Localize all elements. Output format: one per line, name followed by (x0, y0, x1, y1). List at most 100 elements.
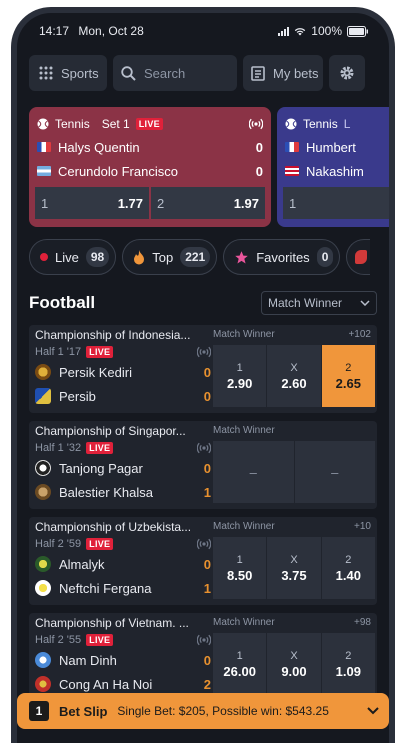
odds-button-draw[interactable]: X 3.75 (267, 537, 321, 599)
odds-button-draw[interactable]: X 9.00 (267, 633, 321, 695)
live-card-set: Set 1 (101, 117, 130, 131)
team-logo-icon (35, 388, 51, 404)
sports-label: Sports (61, 65, 99, 81)
broadcast-icon (249, 118, 263, 130)
odds-button-unavailable: – (213, 441, 294, 503)
star-icon (235, 250, 248, 263)
player-score: 0 (255, 139, 263, 155)
match-card[interactable]: Championship of Uzbekista... Half 2 '59 … (29, 517, 377, 605)
chip-favorites[interactable]: Favorites 0 (223, 239, 341, 275)
match-time: Half 2 '55 (35, 634, 82, 646)
odds-value: 2.90 (227, 375, 253, 391)
chip-live[interactable]: Live 98 (29, 239, 117, 275)
match-list: Championship of Indonesia... Half 1 '17 … (29, 325, 377, 709)
chevron-down-icon[interactable] (367, 707, 379, 715)
battery-icon (347, 25, 368, 37)
my-bets-button[interactable]: My bets (243, 55, 323, 91)
odds-key: 1 (289, 195, 297, 211)
chip-count: 0 (316, 247, 334, 267)
market-label: Match Winner (213, 617, 275, 628)
live-badge: LIVE (86, 442, 114, 454)
live-cards-carousel[interactable]: Tennis Set 1 LIVE Halys Quentin 0 Cerund… (17, 107, 389, 235)
more-markets-count[interactable]: +98 (354, 613, 371, 633)
more-markets-count[interactable]: +102 (348, 325, 371, 345)
team-row: Persib 0 (35, 384, 211, 408)
section-title: Football (29, 293, 96, 312)
search-placeholder: Search (144, 65, 186, 81)
odds-button-draw[interactable]: X 2.60 (267, 345, 321, 407)
odds-key: 1 (236, 361, 243, 374)
status-date: Mon, Oct 28 (78, 24, 144, 38)
market-dropdown[interactable]: Match Winner (261, 291, 377, 315)
odds-button[interactable]: 1 1.77 (35, 187, 149, 219)
match-card[interactable]: Championship of Singapor... Half 1 '32 L… (29, 421, 377, 509)
chevron-down-icon (360, 300, 370, 306)
bet-slip-bar[interactable]: 1 Bet Slip Single Bet: $205, Possible wi… (17, 693, 389, 729)
filter-chips: Live 98 Top 221 Favorites 0 (17, 239, 389, 275)
gear-icon (340, 66, 354, 80)
team-score: 0 (203, 388, 211, 404)
chip-label: Top (152, 249, 174, 265)
odds-key: 1 (236, 553, 243, 566)
match-title: Championship of Singapor... (35, 424, 186, 438)
odds-key: 1 (41, 195, 49, 211)
odds-button[interactable]: 1 (283, 187, 389, 219)
odds-button[interactable]: 2 1.97 (151, 187, 265, 219)
team-name: Persik Kediri (59, 364, 132, 380)
odds-button-home[interactable]: 1 26.00 (213, 633, 267, 695)
battery-level: 100% (311, 24, 342, 38)
france-flag-icon (285, 142, 299, 152)
bet-slip-count: 1 (29, 701, 49, 721)
search-input[interactable]: Search (113, 55, 237, 91)
dropdown-value: Match Winner (268, 296, 343, 310)
broadcast-icon (197, 442, 211, 454)
team-logo-icon (35, 580, 51, 596)
team-logo-icon (35, 556, 51, 572)
live-card[interactable]: Tennis L Humbert Nakashim 1 (277, 107, 389, 227)
match-title: Championship of Uzbekista... (35, 520, 192, 534)
odds-value: 1.09 (335, 663, 361, 679)
market-label: Match Winner (213, 521, 275, 532)
player-row: Halys Quentin 0 (37, 135, 263, 159)
chip-label: Live (55, 249, 79, 265)
more-markets-count[interactable]: +10 (354, 517, 371, 537)
odds-key: X (290, 553, 298, 566)
chip-top[interactable]: Top 221 (122, 239, 218, 275)
odds-key: 2 (345, 361, 352, 374)
odds-button-home[interactable]: 1 2.90 (213, 345, 267, 407)
odds-key: – (249, 464, 257, 480)
france-flag-icon (37, 142, 51, 152)
grid-icon (39, 66, 53, 80)
match-card[interactable]: Championship of Indonesia... Half 1 '17 … (29, 325, 377, 413)
odds-value: 3.75 (281, 567, 307, 583)
chip-label: Favorites (256, 249, 310, 265)
bet-slip-summary: Single Bet: $205, Possible win: $543.25 (117, 704, 329, 718)
odds-button-away[interactable]: 2 1.40 (321, 537, 375, 599)
team-logo-icon (35, 484, 51, 500)
team-score: 1 (203, 484, 211, 500)
odds-button-away[interactable]: 2 1.09 (321, 633, 375, 695)
chip-more[interactable] (346, 239, 371, 275)
match-time: Half 1 '17 (35, 346, 82, 358)
odds-value: 26.00 (223, 663, 256, 679)
odds-value: 1.40 (335, 567, 361, 583)
tennis-ball-icon (285, 118, 297, 130)
player-name: Cerundolo Francisco (58, 163, 178, 179)
odds-button-home[interactable]: 1 8.50 (213, 537, 267, 599)
sports-button[interactable]: Sports (29, 55, 107, 91)
odds-value: 8.50 (227, 567, 253, 583)
live-card[interactable]: Tennis Set 1 LIVE Halys Quentin 0 Cerund… (29, 107, 271, 227)
settings-button[interactable] (329, 55, 365, 91)
player-name: Halys Quentin (58, 139, 140, 155)
player-name: Humbert (306, 139, 356, 155)
signal-icon (278, 26, 290, 36)
odds-button-away[interactable]: 2 2.65 (321, 345, 375, 407)
odds-key: 1 (236, 649, 243, 662)
live-dot-icon (40, 253, 48, 261)
status-bar: 14:17 Mon, Oct 28 100% (17, 13, 389, 49)
team-name: Persib (59, 388, 96, 404)
argentina-flag-icon (37, 166, 51, 176)
match-card[interactable]: Championship of Vietnam. ... Half 2 '55 … (29, 613, 377, 701)
odds-value: 1.97 (233, 195, 259, 211)
team-row: Neftchi Fergana 1 (35, 576, 211, 600)
